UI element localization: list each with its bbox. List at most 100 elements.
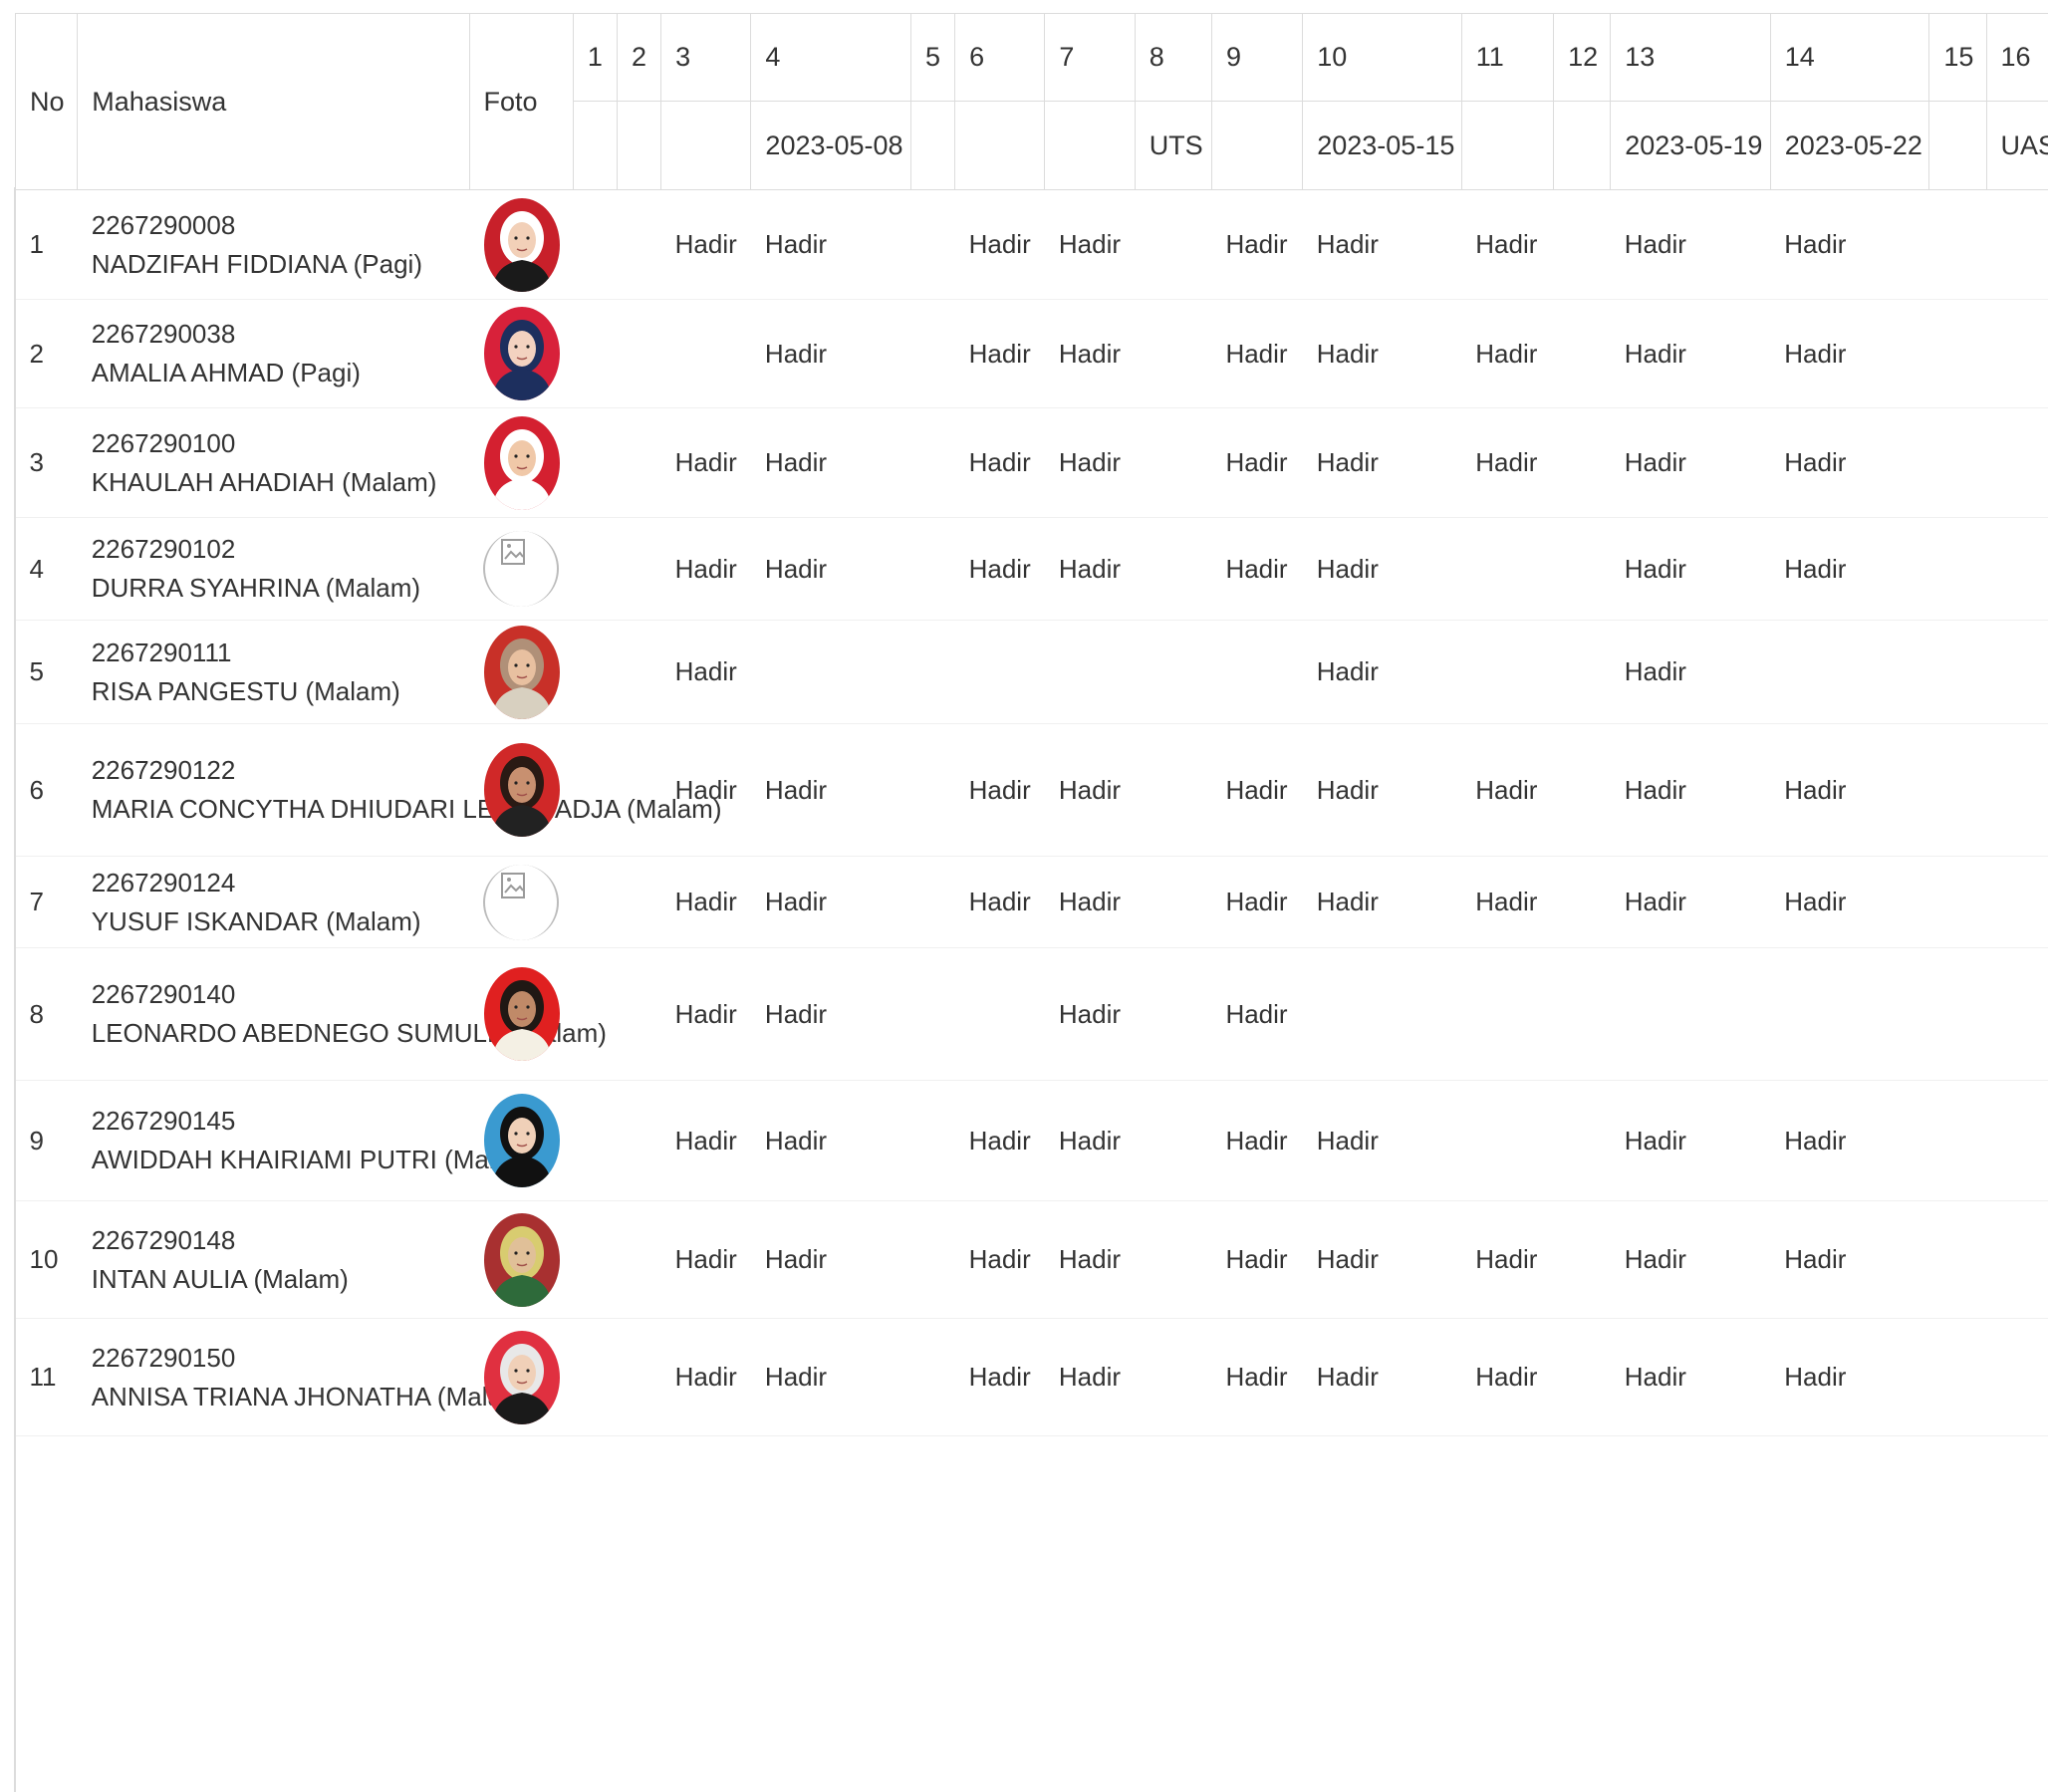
- attendance-cell: [617, 948, 660, 1081]
- attendance-cell: [1554, 1319, 1611, 1436]
- attendance-cell: Hadir: [1225, 553, 1288, 584]
- attendance-cell: [1461, 621, 1553, 724]
- student-name: INTAN AULIA (Malam): [91, 1263, 349, 1294]
- student-cell: 2267290122 MARIA CONCYTHA DHIUDARI LELE M…: [78, 724, 722, 857]
- attendance-cell: [1554, 621, 1611, 724]
- attendance-cell: Hadir: [1058, 1125, 1122, 1155]
- attendance-cell: [1986, 1201, 2048, 1319]
- attendance-cell: Hadir: [674, 229, 737, 259]
- student-photo: [484, 415, 560, 510]
- photo-cell: [469, 857, 573, 948]
- attendance-cell: [1929, 408, 1986, 518]
- attendance-cell: Hadir: [1225, 998, 1288, 1029]
- photo-cell: [469, 621, 573, 724]
- student-cell: 2267290150 ANNISA TRIANA JHONATHA (Malam): [78, 1319, 533, 1436]
- attendance-cell: Hadir: [1475, 774, 1538, 805]
- row-number: 6: [29, 774, 44, 805]
- attendance-cell: [573, 948, 617, 1081]
- attendance-cell: Hadir: [1624, 1125, 1686, 1155]
- attendance-cell: [1303, 948, 1462, 1081]
- student-cell: 2267290145 AWIDDAH KHAIRIAMI PUTRI (Malam…: [78, 1081, 540, 1201]
- header-meeting-number: 15: [1928, 13, 1987, 102]
- attendance-cell: Hadir: [1624, 774, 1686, 805]
- attendance-cell: Hadir: [1316, 1125, 1379, 1155]
- attendance-cell: [955, 621, 1045, 724]
- table-row: 3 2267290100 KHAULAH AHADIAH (Malam) Hadir H…: [15, 408, 2048, 518]
- attendance-cell: Hadir: [968, 447, 1031, 477]
- attendance-cell: [1986, 300, 2048, 408]
- header-meeting-number: 3: [660, 13, 752, 102]
- attendance-cell: [617, 1081, 660, 1201]
- attendance-cell: Hadir: [764, 553, 828, 584]
- header-meeting-date: 2023-05-08: [750, 101, 911, 190]
- attendance-cell: Hadir: [1784, 338, 1847, 369]
- attendance-cell: Hadir: [674, 447, 737, 477]
- attendance-cell: [1554, 408, 1611, 518]
- attendance-cell: [1461, 948, 1553, 1081]
- attendance-cell: [1554, 190, 1611, 300]
- attendance-cell: [910, 190, 954, 300]
- attendance-cell: [1135, 724, 1211, 857]
- attendance-cell: Hadir: [1058, 447, 1122, 477]
- attendance-cell: Hadir: [1316, 656, 1379, 686]
- attendance-cell: Hadir: [1784, 553, 1847, 584]
- header-meeting-number: 12: [1553, 13, 1612, 102]
- attendance-table: No Mahasiswa Foto 1 2 3 4 5 6 7 8 9 10 11 12 13 14 15 1…: [14, 13, 2048, 1436]
- attendance-cell: [573, 857, 617, 948]
- attendance-cell: Hadir: [1475, 338, 1538, 369]
- attendance-cell: [1554, 300, 1611, 408]
- attendance-cell: Hadir: [674, 553, 737, 584]
- attendance-cell: Hadir: [1624, 887, 1686, 916]
- student-cell: 2267290124 YUSUF ISKANDAR (Malam): [78, 857, 469, 948]
- student-name: MARIA CONCYTHA DHIUDARI LELE MADJA (Mala…: [91, 794, 722, 824]
- attendance-cell: Hadir: [1624, 1244, 1686, 1274]
- student-cell: 2267290100 KHAULAH AHADIAH (Malam): [78, 408, 469, 518]
- attendance-cell: [751, 621, 911, 724]
- photo-cell: [469, 518, 573, 621]
- attendance-cell: [910, 300, 954, 408]
- attendance-cell: [910, 857, 954, 948]
- attendance-cell: [1135, 190, 1211, 300]
- student-name: AWIDDAH KHAIRIAMI PUTRI (Malam): [91, 1145, 540, 1174]
- attendance-cell: Hadir: [1624, 447, 1686, 477]
- student-cell: 2267290008 NADZIFAH FIDDIANA (Pagi): [78, 190, 469, 300]
- row-number: 9: [29, 1125, 44, 1155]
- header-meeting-date: [660, 101, 752, 190]
- attendance-cell: Hadir: [1624, 338, 1686, 369]
- table-row: 9 2267290145 AWIDDAH KHAIRIAMI PUTRI (Mala…: [15, 1081, 2048, 1201]
- attendance-cell: Hadir: [968, 887, 1031, 916]
- attendance-cell: [1135, 1201, 1211, 1319]
- header-student: Mahasiswa: [77, 13, 470, 190]
- header-meeting-date: [909, 101, 956, 190]
- attendance-cell: [1986, 190, 2048, 300]
- header-meeting-date: [1553, 101, 1612, 190]
- attendance-cell: [573, 190, 617, 300]
- student-nim: 2267290008: [91, 209, 236, 240]
- attendance-cell: [573, 300, 617, 408]
- attendance-cell: [1135, 408, 1211, 518]
- attendance-cell: Hadir: [764, 1244, 828, 1274]
- header-meeting-number: 7: [1044, 13, 1136, 102]
- attendance-cell: Hadir: [1058, 998, 1122, 1029]
- attendance-cell: Hadir: [764, 998, 828, 1029]
- student-photo: [484, 743, 560, 837]
- attendance-cell: Hadir: [1316, 447, 1379, 477]
- row-number: 4: [29, 553, 44, 584]
- student-cell: 2267290111 RISA PANGESTU (Malam): [78, 621, 469, 724]
- attendance-cell: Hadir: [674, 774, 737, 805]
- attendance-cell: [1135, 1081, 1211, 1201]
- attendance-cell: [573, 621, 617, 724]
- attendance-cell: [1554, 1201, 1611, 1319]
- student-name: RISA PANGESTU (Malam): [91, 675, 400, 706]
- attendance-cell: Hadir: [1784, 774, 1847, 805]
- attendance-cell: Hadir: [968, 338, 1031, 369]
- attendance-cell: Hadir: [1316, 1362, 1379, 1392]
- row-number: 2: [29, 338, 44, 369]
- header-meeting-number: 16: [1985, 13, 2048, 102]
- attendance-cell: [1986, 518, 2048, 621]
- header-meeting-number: 5: [909, 13, 956, 102]
- attendance-cell: [910, 1081, 954, 1201]
- attendance-cell: [573, 724, 617, 857]
- student-name: ANNISA TRIANA JHONATHA (Malam): [91, 1381, 533, 1411]
- attendance-cell: [1554, 948, 1611, 1081]
